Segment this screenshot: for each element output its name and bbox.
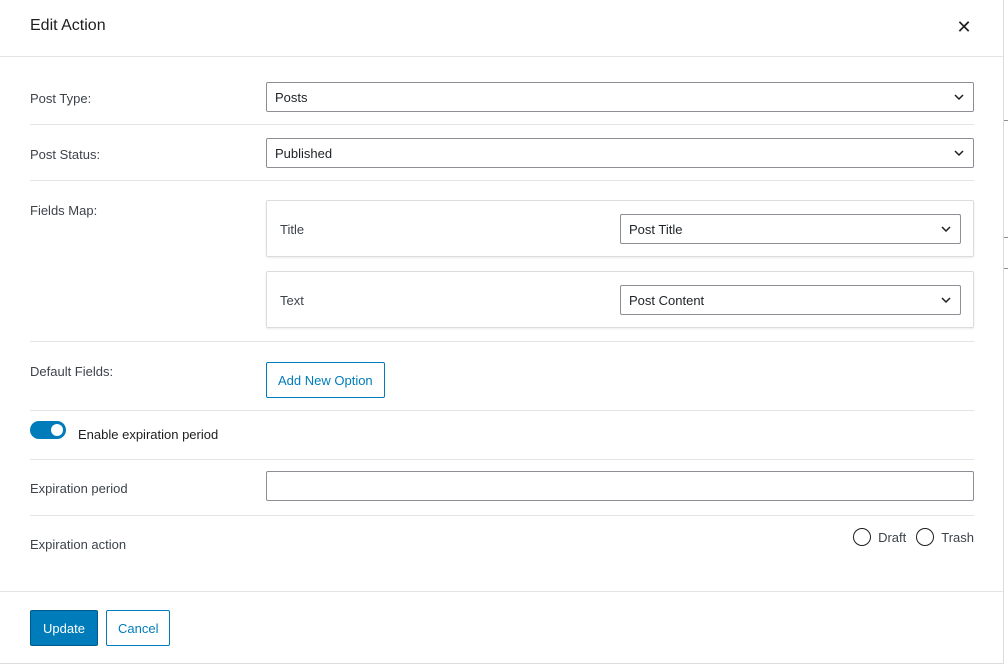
post-type-select[interactable]: Posts: [266, 82, 974, 112]
background-edge: [1004, 237, 1008, 238]
add-new-option-button[interactable]: Add New Option: [266, 362, 385, 398]
expiration-period-input[interactable]: [266, 471, 974, 501]
background-edge: [1004, 268, 1008, 269]
post-type-value: Posts: [275, 90, 308, 105]
edit-action-modal: Edit Action ✕ Post Type: Posts Post Stat…: [0, 0, 1004, 664]
map-field-value: Post Content: [629, 293, 705, 308]
fields-map-item: Text Post Content: [266, 271, 974, 328]
chevron-down-icon: [954, 94, 964, 101]
close-icon: ✕: [956, 17, 972, 37]
modal-footer: Update Cancel: [0, 591, 1003, 664]
cancel-button[interactable]: Cancel: [106, 610, 171, 646]
close-button[interactable]: ✕: [952, 15, 976, 39]
expiration-action-radio-group: Draft Trash: [843, 528, 974, 546]
expiration-period-label: Expiration period: [30, 481, 128, 496]
post-status-row: Post Status: Published: [30, 125, 974, 181]
post-type-row: Post Type: Posts: [30, 57, 974, 125]
map-field-select-text[interactable]: Post Content: [620, 285, 961, 315]
expiration-toggle[interactable]: [30, 421, 66, 439]
chevron-down-icon: [954, 150, 964, 157]
post-status-value: Published: [275, 146, 333, 161]
toggle-knob: [51, 424, 63, 436]
chevron-down-icon: [941, 297, 951, 304]
post-type-label: Post Type:: [30, 91, 92, 106]
radio-trash[interactable]: Trash: [916, 528, 974, 546]
modal-header: Edit Action ✕: [0, 0, 1003, 57]
default-fields-label: Default Fields:: [30, 364, 114, 379]
radio-draft[interactable]: Draft: [853, 528, 906, 546]
radio-trash-label: Trash: [941, 529, 974, 545]
radio-circle-icon: [853, 528, 872, 546]
post-status-label: Post Status:: [30, 147, 101, 162]
fields-map-row: Fields Map: Title Post Title Text Post C…: [30, 181, 974, 342]
post-status-select[interactable]: Published: [266, 138, 974, 168]
radio-circle-icon: [916, 528, 935, 546]
map-field-value: Post Title: [629, 222, 683, 237]
expiration-action-row: Expiration action Draft Trash: [30, 516, 974, 572]
modal-title: Edit Action: [30, 17, 106, 34]
expiration-period-row: Expiration period: [30, 460, 974, 516]
map-field-label: Text: [280, 293, 304, 308]
expiration-toggle-row: Enable expiration period: [30, 411, 974, 460]
fields-map-item: Title Post Title: [266, 200, 974, 257]
map-field-label: Title: [280, 222, 305, 237]
radio-draft-label: Draft: [878, 529, 907, 545]
update-button[interactable]: Update: [30, 610, 98, 646]
map-field-select-title[interactable]: Post Title: [620, 214, 961, 244]
expiration-toggle-label: Enable expiration period: [78, 427, 219, 442]
default-fields-row: Default Fields: Add New Option: [30, 342, 974, 411]
background-edge: [1004, 120, 1008, 121]
expiration-action-label: Expiration action: [30, 537, 127, 552]
fields-map-label: Fields Map:: [30, 203, 98, 218]
chevron-down-icon: [941, 226, 951, 233]
